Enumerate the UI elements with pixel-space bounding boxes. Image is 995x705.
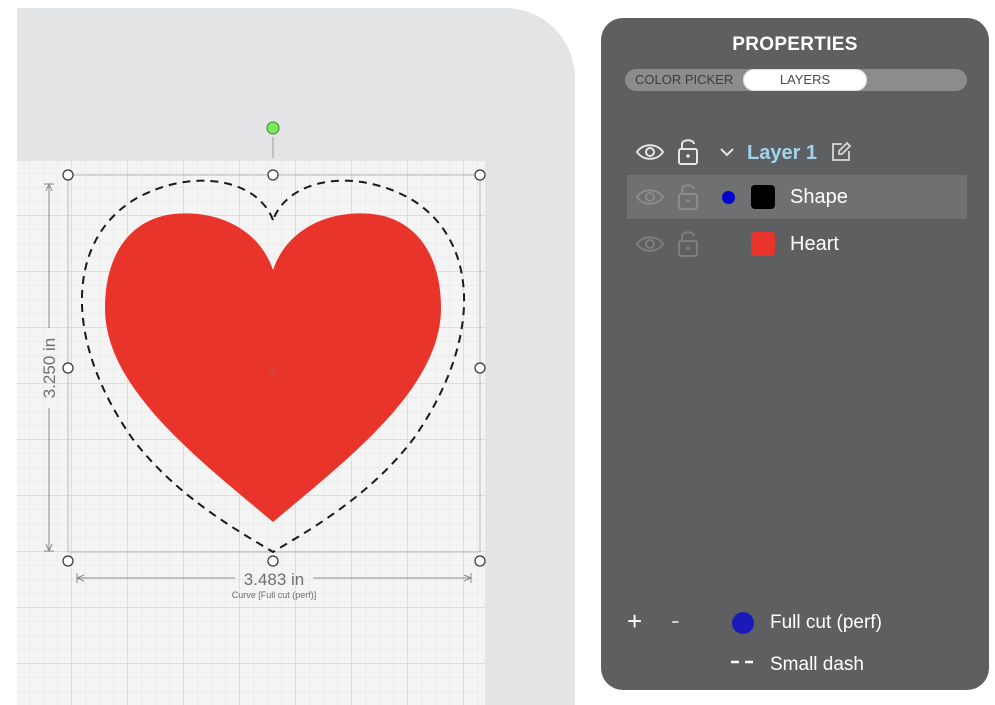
resize-handle-bottom[interactable] — [267, 555, 279, 567]
panel-title: PROPERTIES — [732, 34, 858, 55]
line-style-label[interactable]: Small dash — [770, 654, 864, 676]
resize-handle-bottom-right[interactable] — [474, 555, 486, 567]
width-label: 3.483 in — [244, 570, 305, 589]
resize-handle-left[interactable] — [62, 362, 74, 374]
resize-handle-right[interactable] — [474, 362, 486, 374]
remove-button[interactable]: - — [671, 605, 680, 636]
eye-icon[interactable] — [635, 233, 665, 255]
layer-item-shape[interactable]: Shape — [627, 175, 967, 219]
resize-handle-top-right[interactable] — [474, 169, 486, 181]
resize-handle-bottom-left[interactable] — [62, 555, 74, 567]
design-canvas[interactable]: 3.250 in 3.483 in Curve [Full cut (perf)… — [17, 8, 575, 705]
cut-type-label[interactable]: Full cut (perf) — [770, 612, 882, 634]
unlock-icon[interactable] — [677, 228, 699, 258]
eye-icon[interactable] — [635, 186, 665, 208]
layer-row-layer-1[interactable]: Layer 1 — [627, 131, 967, 175]
layer-item-label[interactable]: Heart — [790, 233, 839, 256]
height-label: 3.250 in — [40, 338, 59, 399]
cut-type-dot — [722, 191, 735, 204]
tab-layers[interactable]: LAYERS — [743, 69, 867, 91]
layer-item-heart[interactable]: Heart — [627, 222, 967, 266]
cut-type-color-dot[interactable] — [732, 612, 754, 634]
tab-color-picker[interactable]: COLOR PICKER — [635, 69, 745, 91]
add-button[interactable]: + — [627, 606, 642, 637]
dash-line-icon — [731, 660, 757, 664]
unlock-icon[interactable] — [677, 181, 699, 211]
properties-panel: PROPERTIES COLOR PICKER LAYERS Layer 1 S… — [601, 18, 989, 690]
heart-shape[interactable] — [105, 213, 441, 522]
heart-color-swatch[interactable] — [751, 232, 775, 256]
resize-handle-top[interactable] — [267, 169, 279, 181]
chevron-down-icon[interactable] — [719, 146, 735, 158]
selection-caption: Curve [Full cut (perf)] — [232, 590, 317, 600]
canvas-drawing: 3.250 in 3.483 in Curve [Full cut (perf)… — [40, 121, 486, 600]
panel-tabs: COLOR PICKER LAYERS — [625, 69, 967, 91]
edit-icon[interactable] — [830, 141, 852, 163]
layer-name[interactable]: Layer 1 — [747, 142, 817, 165]
eye-icon[interactable] — [635, 141, 665, 163]
rotate-handle[interactable] — [266, 121, 280, 135]
unlock-icon[interactable] — [677, 136, 699, 166]
resize-handle-top-left[interactable] — [62, 169, 74, 181]
layer-item-label[interactable]: Shape — [790, 186, 848, 209]
shape-color-swatch[interactable] — [751, 185, 775, 209]
